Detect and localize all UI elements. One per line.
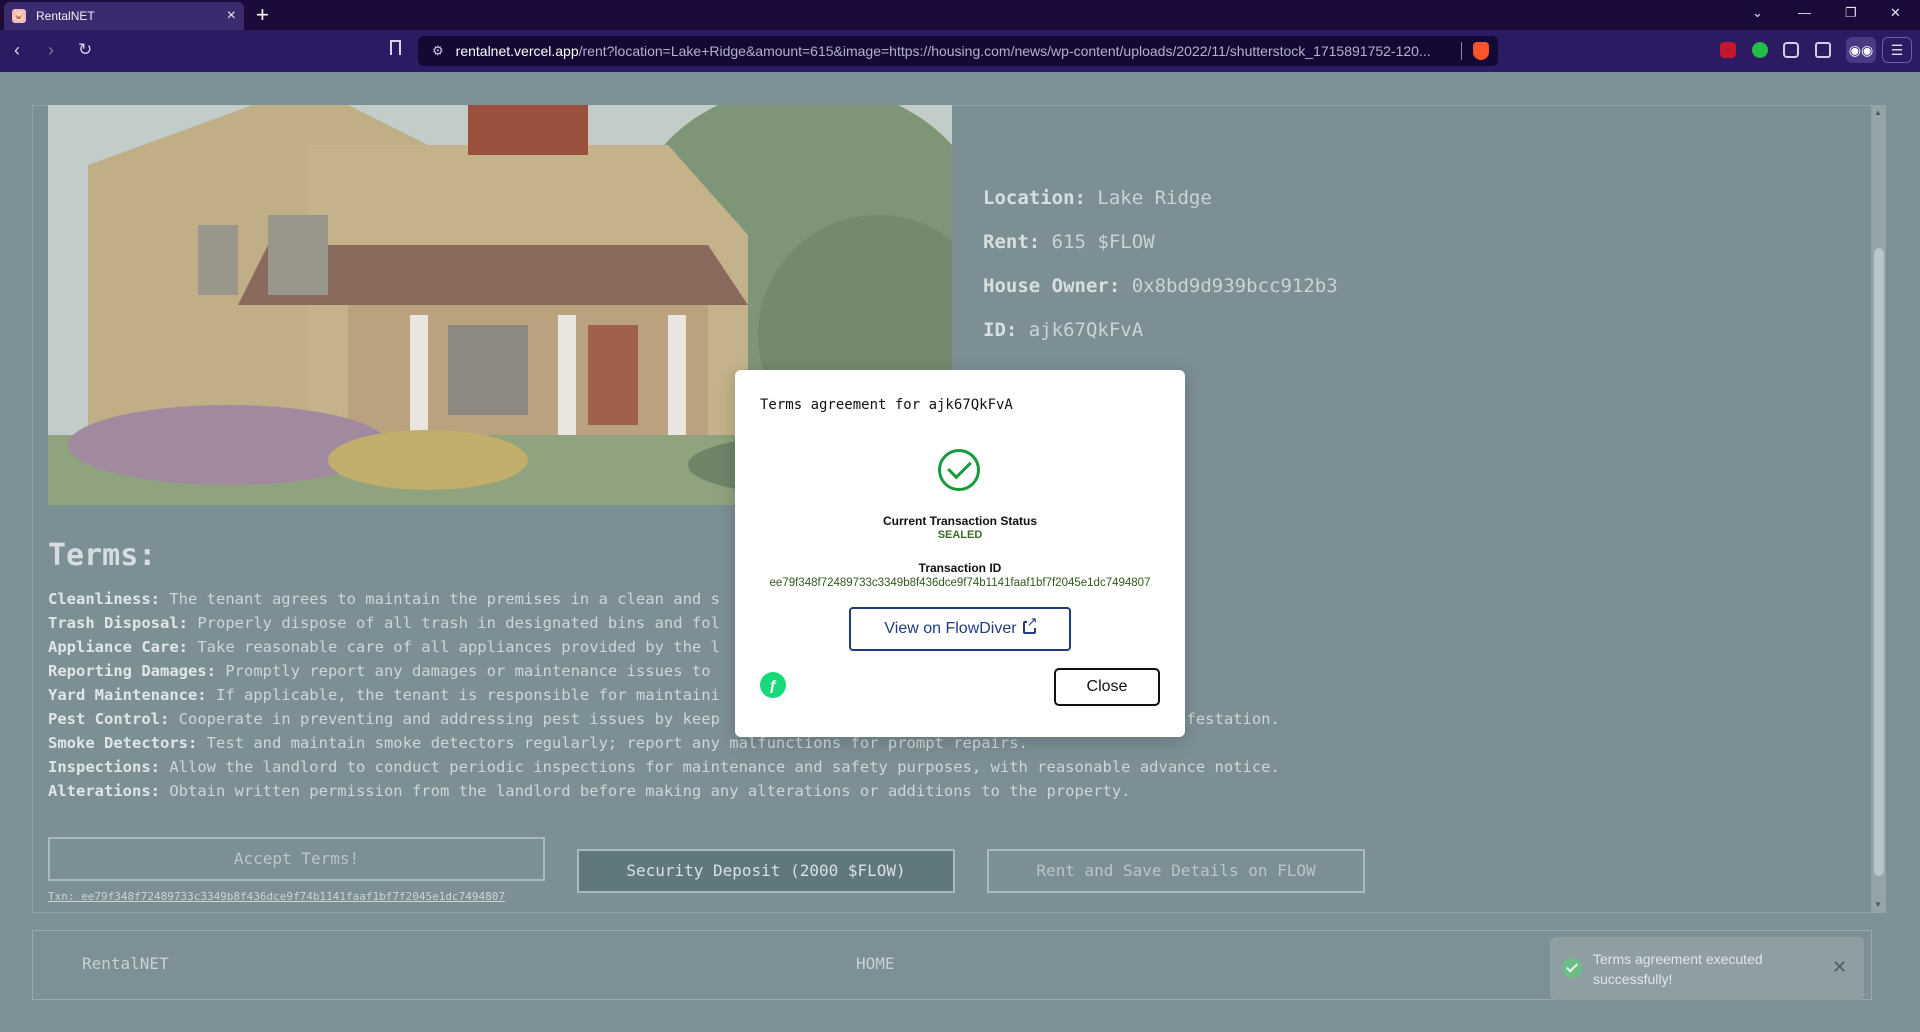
leo-glasses-icon[interactable]: ◉◉: [1846, 37, 1876, 63]
scrollbar-thumb[interactable]: [1874, 248, 1884, 876]
txn-link[interactable]: Txn: ee79f348f72489733c3349b8f436dce9f74…: [48, 890, 505, 903]
term-key: Inspections:: [48, 758, 160, 776]
term-item: Alterations: Obtain written permission f…: [48, 782, 1131, 800]
footer-home-link[interactable]: HOME: [856, 954, 895, 973]
url-host: rentalnet.vercel.app: [455, 43, 579, 59]
id-label: ID:: [983, 319, 1018, 341]
close-button[interactable]: Close: [1054, 668, 1160, 706]
term-text: Promptly report any damages or maintenan…: [225, 662, 711, 680]
restore-icon[interactable]: ❐: [1845, 5, 1857, 21]
term-item: Cleanliness: The tenant agrees to mainta…: [48, 590, 720, 608]
tab-search-chevron-icon[interactable]: ⌄: [1752, 5, 1763, 21]
pig-favicon-icon: 🐷: [12, 9, 26, 23]
security-deposit-button[interactable]: Security Deposit (2000 $FLOW): [577, 849, 955, 893]
success-toast: Terms agreement executed successfully! ✕: [1550, 937, 1864, 1000]
term-item: Trash Disposal: Properly dispose of all …: [48, 614, 720, 632]
scroll-up-icon[interactable]: ▲: [1874, 108, 1882, 117]
rent-label: Rent:: [983, 231, 1041, 253]
sidebar-toggle-icon[interactable]: [1815, 42, 1831, 58]
owner-value: 0x8bd9d939bcc912b3: [1131, 275, 1338, 297]
term-text: Obtain written permission from the landl…: [169, 782, 1131, 800]
forward-icon[interactable]: ›: [48, 39, 54, 61]
tab-close-icon[interactable]: ×: [227, 8, 236, 24]
term-item: Inspections: Allow the landlord to condu…: [48, 758, 1280, 776]
view-on-flowdiver-button[interactable]: View on FlowDiver: [849, 607, 1071, 651]
scroll-down-icon[interactable]: ▼: [1874, 900, 1882, 909]
url-text[interactable]: rentalnet.vercel.app/rent?location=Lake+…: [456, 43, 1446, 59]
toast-close-icon[interactable]: ✕: [1832, 957, 1847, 977]
transaction-id-value: ee79f348f72489733c3349b8f436dce9f74b1141…: [769, 577, 1151, 589]
term-key: Yard Maintenance:: [48, 686, 207, 704]
location-value: Lake Ridge: [1097, 187, 1212, 209]
address-bar[interactable]: ⚙ rentalnet.vercel.app/rent?location=Lak…: [418, 36, 1498, 66]
term-key: Pest Control:: [48, 710, 170, 728]
status-value: SEALED: [937, 529, 983, 541]
green-extension-icon[interactable]: [1752, 42, 1768, 58]
rent-save-button[interactable]: Rent and Save Details on FLOW: [987, 849, 1365, 893]
tab-title: RentalNET: [36, 9, 95, 23]
term-item: Appliance Care: Take reasonable care of …: [48, 638, 720, 656]
browser-tab-strip: 🐷 RentalNET × + ⌄ — ❐ ✕: [0, 0, 1920, 30]
toast-check-icon: [1562, 958, 1582, 978]
location-label: Location:: [983, 187, 1086, 209]
footer-brand[interactable]: RentalNET: [82, 954, 169, 973]
term-text: The tenant agrees to maintain the premis…: [169, 590, 720, 608]
term-text: Take reasonable care of all appliances p…: [197, 638, 720, 656]
new-tab-icon[interactable]: +: [256, 3, 269, 27]
transaction-id-label: Transaction ID: [918, 561, 1002, 575]
toast-message: Terms agreement executed successfully!: [1593, 951, 1763, 987]
external-link-icon: [1022, 615, 1038, 634]
term-item: Reporting Damages: Promptly report any d…: [48, 662, 711, 680]
term-key: Cleanliness:: [48, 590, 160, 608]
owner-line: House Owner: 0x8bd9d939bcc912b3: [983, 275, 1338, 297]
ublock-extension-icon[interactable]: [1720, 42, 1736, 58]
terms-heading: Terms:: [48, 538, 157, 573]
flow-logo-icon: ƒ: [760, 672, 786, 698]
success-check-icon: [938, 449, 980, 491]
term-key: Alterations:: [48, 782, 160, 800]
term-text: Properly dispose of all trash in designa…: [197, 614, 720, 632]
owner-label: House Owner:: [983, 275, 1121, 297]
flowdiver-label: View on FlowDiver: [884, 620, 1017, 637]
extensions-puzzle-icon[interactable]: [1783, 42, 1799, 58]
bookmark-icon[interactable]: [390, 40, 401, 55]
address-divider: [1461, 42, 1462, 60]
location-line: Location: Lake Ridge: [983, 187, 1212, 209]
minimize-icon[interactable]: —: [1798, 5, 1811, 20]
term-key: Trash Disposal:: [48, 614, 188, 632]
accept-terms-button[interactable]: Accept Terms!: [48, 837, 545, 881]
browser-toolbar: ‹ › ↻ ⚙ rentalnet.vercel.app/rent?locati…: [0, 30, 1920, 72]
browser-tab[interactable]: 🐷 RentalNET ×: [4, 2, 244, 30]
term-key: Reporting Damages:: [48, 662, 216, 680]
brave-shields-icon[interactable]: [1473, 42, 1489, 60]
term-key: Appliance Care:: [48, 638, 188, 656]
site-settings-icon[interactable]: ⚙: [432, 43, 444, 59]
term-text: Allow the landlord to conduct periodic i…: [169, 758, 1280, 776]
terms-agreement-modal: Terms agreement for ajk67QkFvA Current T…: [735, 370, 1185, 737]
menu-icon[interactable]: ☰: [1882, 37, 1912, 63]
window-close-icon[interactable]: ✕: [1890, 5, 1901, 21]
back-icon[interactable]: ‹: [14, 39, 20, 61]
modal-title: Terms agreement for ajk67QkFvA: [760, 397, 1013, 413]
status-label: Current Transaction Status: [882, 514, 1038, 528]
rent-line: Rent: 615 $FLOW: [983, 231, 1155, 253]
url-path: /rent?location=Lake+Ridge&amount=615&ima…: [578, 43, 1431, 59]
id-value: ajk67QkFvA: [1028, 319, 1144, 341]
rent-value: 615 $FLOW: [1051, 231, 1155, 253]
term-key: Smoke Detectors:: [48, 734, 198, 752]
id-line: ID: ajk67QkFvA: [983, 319, 1143, 341]
reload-icon[interactable]: ↻: [78, 39, 92, 61]
